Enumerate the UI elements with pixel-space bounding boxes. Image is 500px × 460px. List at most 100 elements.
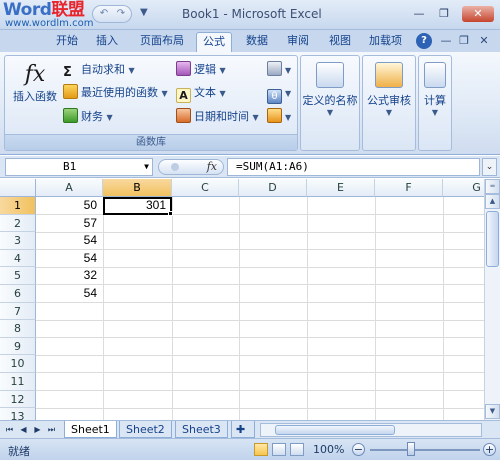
recent-functions-button[interactable]: 最近使用的函数 ▼ [63,83,168,103]
cell-a6[interactable]: 54 [36,285,103,302]
calculator-icon [424,62,446,88]
column-header-f[interactable]: F [375,179,443,197]
column-header-d[interactable]: D [239,179,307,197]
row-header-4[interactable]: 4 [0,249,36,268]
autosum-button[interactable]: Σ 自动求和 ▼ [63,60,135,80]
column-header-b[interactable]: B [103,179,172,197]
tab-data[interactable]: 数据 [240,32,274,52]
worksheet-grid[interactable]: A B C D E F G 1 2 3 4 5 6 7 8 9 10 11 12… [0,179,484,420]
horizontal-scrollbar[interactable] [260,423,482,437]
tab-review[interactable]: 审阅 [281,32,315,52]
undo-icon[interactable]: ↶ [97,8,111,20]
zoom-out-button[interactable]: − [352,443,365,456]
ribbon-tabs: 开始 插入 页面布局 公式 数据 审阅 视图 加载项 ? — ❐ ✕ [0,30,500,52]
tab-formulas[interactable]: 公式 [196,32,232,52]
logical-button[interactable]: 逻辑 ▼ [176,60,226,80]
datetime-button[interactable]: 日期和时间 ▼ [176,107,259,127]
select-all-corner[interactable] [0,179,36,197]
math-icon: θ [267,89,282,104]
row-header-2[interactable]: 2 [0,214,36,233]
close-button[interactable]: ✕ [462,6,494,22]
split-box-icon[interactable]: ═ [485,179,500,194]
financial-chevron-icon: ▼ [106,113,113,122]
row-header-3[interactable]: 3 [0,232,36,250]
help-icon[interactable]: ? [416,33,432,49]
formula-auditing-chevron-icon: ▼ [385,108,393,117]
customize-qat-icon[interactable]: ▼ [140,7,148,18]
cell-a3[interactable]: 54 [36,232,103,249]
minimize-button[interactable]: — [408,6,430,22]
auditing-icon [375,62,403,88]
row-header-8[interactable]: 8 [0,320,36,338]
row-header-6[interactable]: 6 [0,285,36,303]
zoom-slider-track[interactable] [370,449,480,451]
row-header-7[interactable]: 7 [0,302,36,321]
text-functions-button[interactable]: A 文本 ▼ [176,83,226,103]
row-header-13[interactable]: 13 [0,408,36,420]
formula-expand-icon[interactable]: ⌄ [482,158,497,176]
page-break-view-icon[interactable] [290,443,304,456]
tab-home[interactable]: 开始 [50,32,84,52]
vertical-scrollbar[interactable]: ═ ▲ ▼ [484,179,500,420]
more-chevron-icon: ▼ [285,113,292,122]
horizontal-scroll-thumb[interactable] [275,425,395,435]
fill-handle[interactable] [168,211,173,216]
ribbon-minimize-icon[interactable]: — [438,33,454,49]
page-layout-view-icon[interactable] [272,443,286,456]
ribbon-restore-icon[interactable]: ❐ [456,33,472,49]
last-sheet-icon[interactable]: ⏭ [46,424,57,436]
sheet-tab-3[interactable]: Sheet3 [175,421,228,438]
column-header-e[interactable]: E [307,179,375,197]
tab-addins[interactable]: 加载项 [363,32,408,52]
sheet-tab-1[interactable]: Sheet1 [64,421,117,438]
zoom-slider-thumb[interactable] [407,442,415,456]
gridline [443,197,444,420]
ribbon-close-icon[interactable]: ✕ [476,33,492,49]
name-box-chevron-icon[interactable]: ▼ [144,159,149,175]
column-header-g[interactable]: G [443,179,484,197]
row-header-10[interactable]: 10 [0,355,36,373]
active-cell-border [103,197,172,215]
row-header-5[interactable]: 5 [0,267,36,285]
vertical-scroll-thumb[interactable] [486,211,499,267]
insert-sheet-icon[interactable]: ✚ [231,421,255,438]
name-box[interactable]: B1 ▼ [5,158,153,176]
text-label: 文本 [194,86,216,99]
column-header-a[interactable]: A [36,179,103,197]
insert-function-button[interactable]: fx 插入函数 [9,62,61,104]
normal-view-icon[interactable] [254,443,268,456]
math-button[interactable]: θ ▼ [267,83,291,104]
prev-sheet-icon[interactable]: ◀ [18,424,29,436]
more-functions-button[interactable]: ▼ [267,107,291,127]
cell-a2[interactable]: 57 [36,215,103,232]
tab-page-layout[interactable]: 页面布局 [134,32,190,52]
row-header-11[interactable]: 11 [0,373,36,391]
next-sheet-icon[interactable]: ▶ [32,424,43,436]
tab-view[interactable]: 视图 [323,32,357,52]
cell-a5[interactable]: 32 [36,267,103,284]
scroll-up-icon[interactable]: ▲ [485,194,500,209]
defined-names-button[interactable]: 定义的名称 ▼ [301,56,359,117]
scroll-down-icon[interactable]: ▼ [485,404,500,419]
formula-auditing-button[interactable]: 公式审核 ▼ [363,56,415,117]
redo-icon[interactable]: ↷ [114,8,128,20]
column-header-c[interactable]: C [172,179,239,197]
zoom-level[interactable]: 100% [313,443,344,456]
financial-button[interactable]: 财务 ▼ [63,107,113,127]
row-header-12[interactable]: 12 [0,390,36,409]
row-header-9[interactable]: 9 [0,337,36,356]
lookup-button[interactable]: ▼ [267,60,291,80]
row-header-1[interactable]: 1 [0,197,36,215]
cell-a4[interactable]: 54 [36,250,103,267]
restore-button[interactable]: ❐ [433,6,455,22]
tab-insert[interactable]: 插入 [90,32,124,52]
calculation-button[interactable]: 计算 ▼ [419,56,451,117]
zoom-in-button[interactable]: + [483,443,496,456]
insert-function-fx-button[interactable]: fx [158,159,224,175]
sheet-tab-2[interactable]: Sheet2 [119,421,172,438]
cell-a1[interactable]: 50 [36,197,103,214]
first-sheet-icon[interactable]: ⏮ [4,424,15,436]
autosum-label: 自动求和 [81,63,125,76]
window-title: Book1 - Microsoft Excel [182,7,322,21]
formula-input[interactable]: =SUM(A1:A6) [227,158,480,176]
